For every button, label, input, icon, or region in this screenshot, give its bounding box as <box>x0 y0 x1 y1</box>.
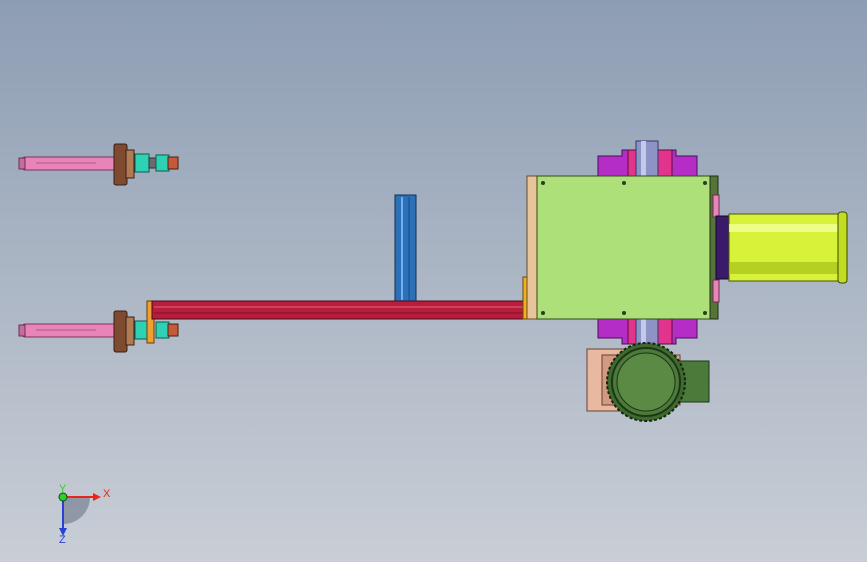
housing-right-strip <box>712 279 720 303</box>
teal-nut <box>134 153 150 173</box>
bolt-hole <box>703 311 707 315</box>
top-bracket[interactable] <box>597 140 698 179</box>
flange-inner <box>125 316 135 346</box>
x-axis-label: X <box>103 488 111 500</box>
cylinder-end-cap <box>837 211 848 284</box>
shaft-end-cap <box>18 324 26 337</box>
bolt-hole <box>541 311 545 315</box>
cad-viewport[interactable]: X Z Y <box>0 0 867 562</box>
housing-right-strip <box>712 194 720 218</box>
triad-shadow <box>63 497 90 524</box>
bolt-hole <box>622 311 626 315</box>
shaft-tip <box>167 156 179 170</box>
gear-motor[interactable] <box>586 342 710 422</box>
motor-gear-inner <box>616 352 676 412</box>
bolt-hole <box>541 181 545 185</box>
vertical-post[interactable] <box>394 194 417 303</box>
shaft-tip <box>167 323 179 337</box>
linear-rail[interactable] <box>151 276 530 320</box>
z-axis-label: Z <box>59 534 66 546</box>
shaft-shine <box>641 141 646 178</box>
steel-shaft <box>635 140 659 179</box>
teal-nut-2 <box>155 321 170 339</box>
flange-plate <box>113 310 128 353</box>
cylinder-shade <box>729 262 844 274</box>
bolt-hole <box>622 181 626 185</box>
flange-inner <box>125 149 135 179</box>
red-bar <box>151 300 529 320</box>
cylinder-actuator[interactable] <box>715 211 848 284</box>
shaft-assembly-top[interactable] <box>18 143 179 186</box>
blue-post <box>394 194 417 303</box>
housing-body <box>536 175 714 320</box>
cylinder-mount <box>715 215 731 280</box>
main-housing[interactable] <box>526 175 720 320</box>
cylinder-shine <box>729 224 844 232</box>
flange-plate <box>113 143 128 186</box>
y-axis-label: Y <box>59 483 67 495</box>
teal-nut-2 <box>155 154 170 172</box>
axis-triad: X Z Y <box>58 483 111 546</box>
bolt-hole <box>703 181 707 185</box>
shaft-end-cap <box>18 157 26 170</box>
x-axis-arrow <box>93 493 101 501</box>
housing-side-plate <box>526 175 539 320</box>
